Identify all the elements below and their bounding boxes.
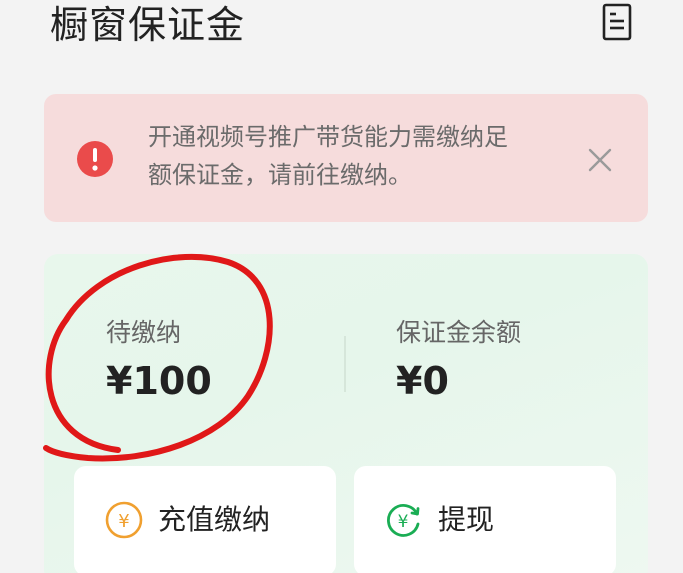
alert-message: 开通视频号推广带货能力需缴纳足 额保证金，请前往缴纳。 [148,118,568,194]
balance-card: 待缴纳 ¥100 保证金余额 ¥0 ¥ 充值缴纳 ¥ 提现 [44,254,648,573]
exclamation-circle-icon [77,141,113,177]
pending-label: 待缴纳 [106,318,182,347]
deposit-alert: 开通视频号推广带货能力需缴纳足 额保证金，请前往缴纳。 [44,94,648,222]
header: 橱窗保证金 [0,0,683,70]
recharge-button[interactable]: ¥ 充值缴纳 [74,466,336,573]
stat-divider [344,336,346,392]
withdraw-label: 提现 [438,503,495,536]
recharge-label: 充值缴纳 [158,503,271,536]
svg-text:¥: ¥ [398,512,409,532]
withdraw-button[interactable]: ¥ 提现 [354,466,616,573]
yen-refresh-icon: ¥ [387,504,420,537]
page-title: 橱窗保证金 [50,3,246,47]
deposit-balance-label: 保证金余额 [396,318,522,347]
close-icon[interactable] [584,144,616,176]
yen-circle-icon: ¥ [105,501,143,539]
pending-value: ¥100 [106,359,212,403]
svg-text:¥: ¥ [118,511,129,532]
deposit-balance-value: ¥0 [396,359,449,403]
deposit-screen: 橱窗保证金 开通视频号推广带货能力需缴纳足 额保证金，请前往缴纳。 待缴纳 ¥1… [0,0,683,573]
alert-message-line2: 额保证金，请前往缴纳。 [148,161,412,189]
document-list-icon[interactable] [600,2,636,42]
alert-message-line1: 开通视频号推广带货能力需缴纳足 [148,123,508,151]
